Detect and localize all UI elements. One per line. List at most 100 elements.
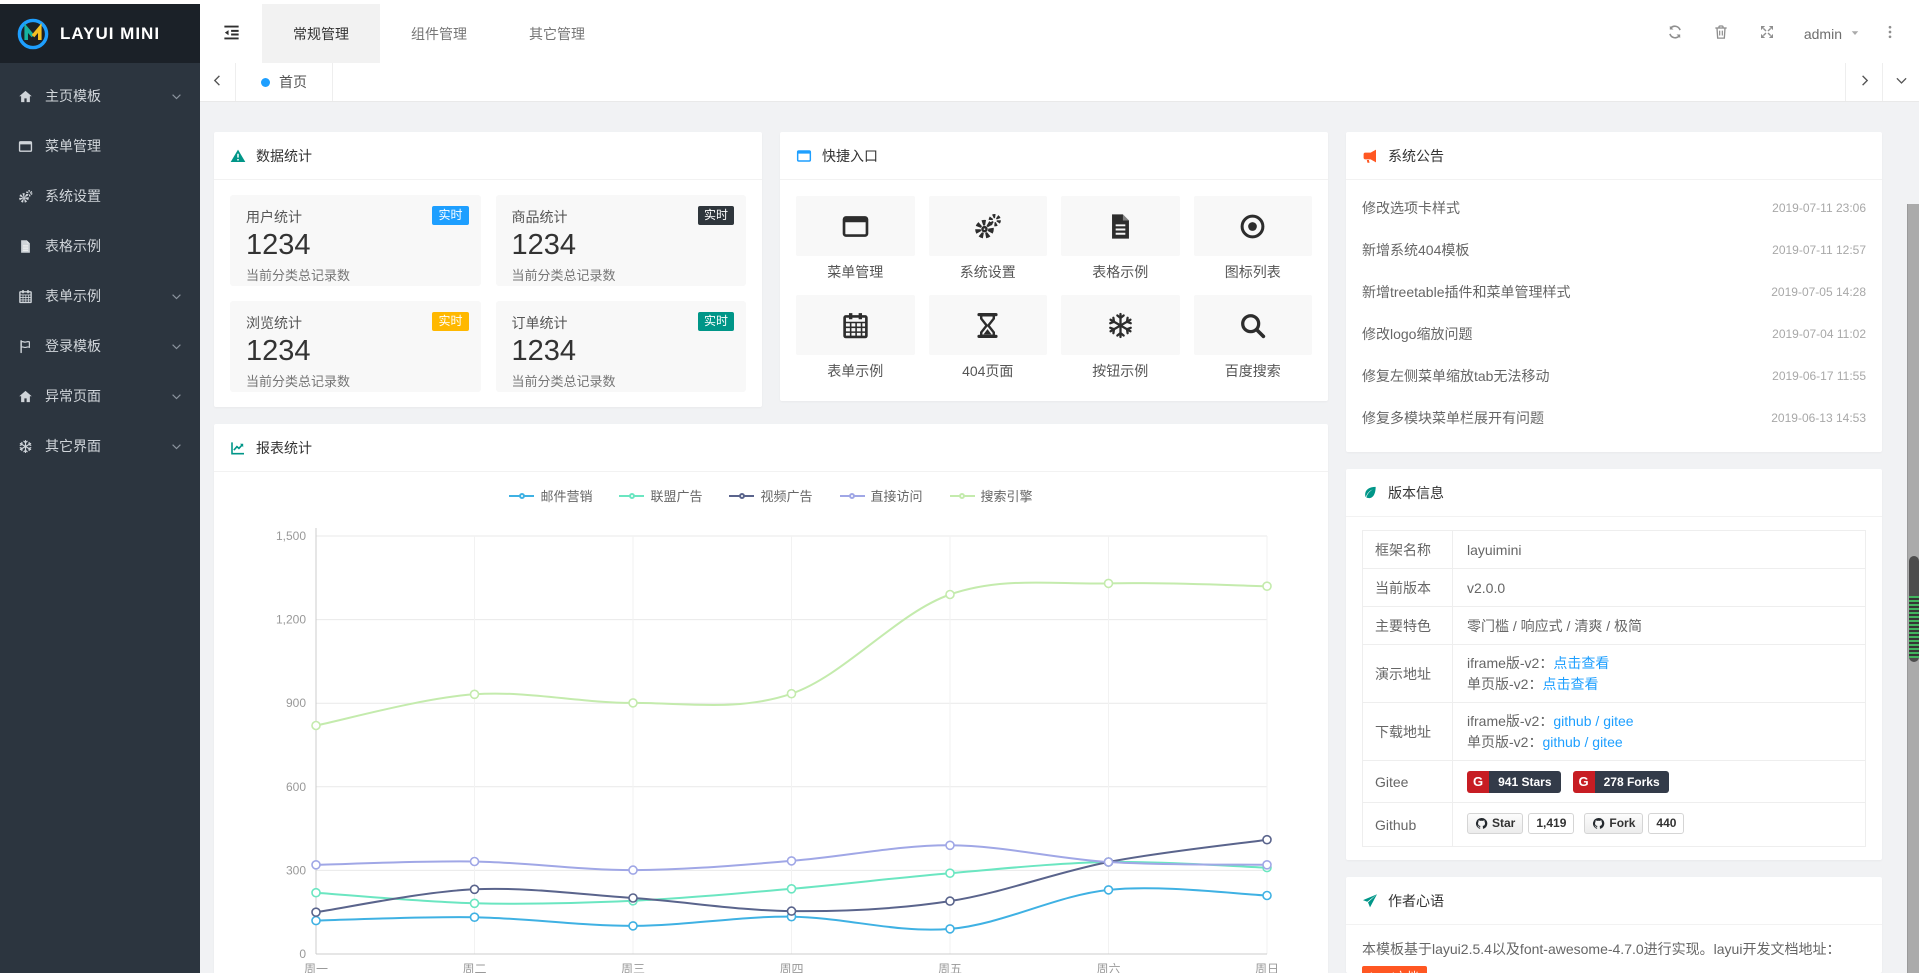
window-icon — [796, 148, 812, 164]
quick-entry-label: 表单示例 — [796, 363, 915, 379]
quick-entry-item[interactable]: 图标列表 — [1194, 196, 1313, 280]
github-badge[interactable]: Star1,419 — [1467, 813, 1574, 834]
announcement-row: 修改logo缩放问题 2019-07-04 11:02 — [1362, 313, 1866, 355]
bullhorn-icon — [1362, 148, 1378, 164]
version-link[interactable]: gitee — [1592, 734, 1622, 750]
stat-card[interactable]: 订单统计 1234 当前分类总记录数 实时 — [496, 301, 747, 392]
quick-entry-item[interactable]: 百度搜索 — [1194, 295, 1313, 379]
chart-line-icon — [230, 440, 246, 456]
version-link-prefix: 单页版-v2： — [1467, 676, 1542, 692]
quick-entry-item[interactable]: 菜单管理 — [796, 196, 915, 280]
scrollbar-track[interactable] — [1907, 204, 1919, 973]
logo-icon — [16, 17, 50, 51]
announcements-list: 修改选项卡样式 2019-07-11 23:06 新增系统404模板 2019-… — [1346, 180, 1882, 439]
legend-item[interactable]: 联盟广告 — [619, 486, 702, 505]
quick-entry-item[interactable]: 按钮示例 — [1061, 295, 1180, 379]
fullscreen-icon — [1759, 24, 1775, 43]
tab-scroll-right-button[interactable] — [1845, 63, 1882, 101]
file-icon — [18, 239, 34, 254]
stat-card[interactable]: 商品统计 1234 当前分类总记录数 实时 — [496, 195, 747, 286]
y-tick-label: 1,500 — [276, 529, 306, 543]
version-link[interactable]: 点击查看 — [1542, 676, 1598, 692]
stat-card-desc: 当前分类总记录数 — [246, 371, 465, 390]
top-panels-row: 数据统计 用户统计 1234 当前分类总记录数 实时 商品统计 1234 当前分… — [214, 132, 1328, 407]
tab-scroll-left-button[interactable] — [200, 63, 236, 101]
version-link[interactable]: github — [1542, 734, 1580, 750]
version-link-line: iframe版-v2：github / gitee — [1467, 711, 1851, 732]
version-row-label: 框架名称 — [1363, 531, 1453, 569]
chart-data-point — [1105, 858, 1113, 866]
version-table-row: 下载地址 iframe版-v2：github / gitee单页版-v2：git… — [1363, 703, 1866, 761]
version-link[interactable]: gitee — [1603, 713, 1633, 729]
chart-data-point — [946, 925, 954, 933]
github-badge[interactable]: Fork440 — [1584, 813, 1684, 834]
chart-data-point — [946, 897, 954, 905]
refresh-button[interactable] — [1652, 24, 1698, 43]
quick-entry-item[interactable]: 404页面 — [929, 295, 1048, 379]
gitee-badge[interactable]: G941 Stars — [1467, 771, 1561, 793]
fullscreen-button[interactable] — [1744, 24, 1790, 43]
leaf-icon — [1362, 485, 1378, 501]
clear-cache-button[interactable] — [1698, 24, 1744, 43]
y-tick-label: 900 — [286, 696, 306, 710]
legend-line-mark — [950, 495, 975, 497]
legend-item[interactable]: 邮件营销 — [509, 486, 592, 505]
quick-entry-panel: 快捷入口 菜单管理 系统设置 表格示例 图标列表 表单示例 404页面 按钮示例… — [780, 132, 1328, 401]
sidebar-item[interactable]: 系统设置 — [0, 171, 200, 221]
home-icon — [18, 89, 34, 104]
legend-label: 直接访问 — [871, 486, 923, 505]
line-chart-svg: 03006009001,2001,500周一周二周三周四周五周六周日 — [231, 509, 1311, 973]
gitee-badge[interactable]: G278 Forks — [1573, 771, 1669, 793]
legend-item[interactable]: 搜索引擎 — [950, 486, 1033, 505]
logo-text: LAYUI MINI — [60, 24, 160, 44]
legend-line-mark — [509, 495, 534, 497]
header-tab[interactable]: 其它管理 — [498, 4, 616, 63]
flag-icon — [18, 339, 34, 354]
realtime-badge: 实时 — [698, 312, 734, 331]
author-header: 作者心语 — [1346, 877, 1882, 925]
chart-data-point — [629, 866, 637, 874]
legend-dot — [849, 493, 855, 499]
home-icon — [18, 389, 34, 404]
version-link[interactable]: github — [1553, 713, 1591, 729]
version-link-line: 单页版-v2：github / gitee — [1467, 732, 1851, 753]
layui-doc-badge[interactable]: layui文档 — [1362, 966, 1427, 973]
tab-home[interactable]: 首页 — [236, 63, 333, 101]
tab-operations-button[interactable] — [1882, 63, 1919, 101]
announcement-date: 2019-07-04 11:02 — [1772, 327, 1866, 341]
quick-entry-item[interactable]: 表单示例 — [796, 295, 915, 379]
sidebar-item[interactable]: 异常页面 — [0, 371, 200, 421]
header-tab[interactable]: 组件管理 — [380, 4, 498, 63]
quick-entry-header: 快捷入口 — [780, 132, 1328, 180]
collapse-sidebar-button[interactable] — [200, 4, 262, 63]
more-menu-button[interactable] — [1875, 24, 1905, 43]
logo[interactable]: LAYUI MINI — [0, 4, 200, 63]
chevron-down-icon — [171, 291, 182, 302]
chevron-down-icon — [171, 341, 182, 352]
chart-data-point — [1263, 861, 1271, 869]
sidebar-item[interactable]: 表格示例 — [0, 221, 200, 271]
legend-dot — [629, 493, 635, 499]
legend-line-mark — [619, 495, 644, 497]
content-left-column: 数据统计 用户统计 1234 当前分类总记录数 实时 商品统计 1234 当前分… — [214, 132, 1328, 973]
sidebar-item[interactable]: 其它界面 — [0, 421, 200, 471]
legend-item[interactable]: 直接访问 — [840, 486, 923, 505]
sidebar-item[interactable]: 菜单管理 — [0, 121, 200, 171]
calendar-icon — [18, 289, 34, 304]
user-menu[interactable]: admin — [1804, 26, 1861, 42]
gitee-badge-text: 941 Stars — [1489, 771, 1560, 793]
quick-entry-item[interactable]: 表格示例 — [1061, 196, 1180, 280]
version-link[interactable]: 点击查看 — [1553, 655, 1609, 671]
legend-item[interactable]: 视频广告 — [729, 486, 812, 505]
stat-card[interactable]: 浏览统计 1234 当前分类总记录数 实时 — [230, 301, 481, 392]
sidebar-item[interactable]: 主页模板 — [0, 71, 200, 121]
quick-entry-item[interactable]: 系统设置 — [929, 196, 1048, 280]
scrollbar-thumb[interactable] — [1909, 556, 1919, 662]
scrollbar-thumb-stripes — [1909, 596, 1919, 658]
announcement-title: 新增系统404模板 — [1362, 240, 1760, 260]
header-tab[interactable]: 常规管理 — [262, 4, 380, 63]
sidebar-item-label: 异常页面 — [45, 386, 101, 406]
stat-card[interactable]: 用户统计 1234 当前分类总记录数 实时 — [230, 195, 481, 286]
sidebar-item[interactable]: 登录模板 — [0, 321, 200, 371]
sidebar-item[interactable]: 表单示例 — [0, 271, 200, 321]
